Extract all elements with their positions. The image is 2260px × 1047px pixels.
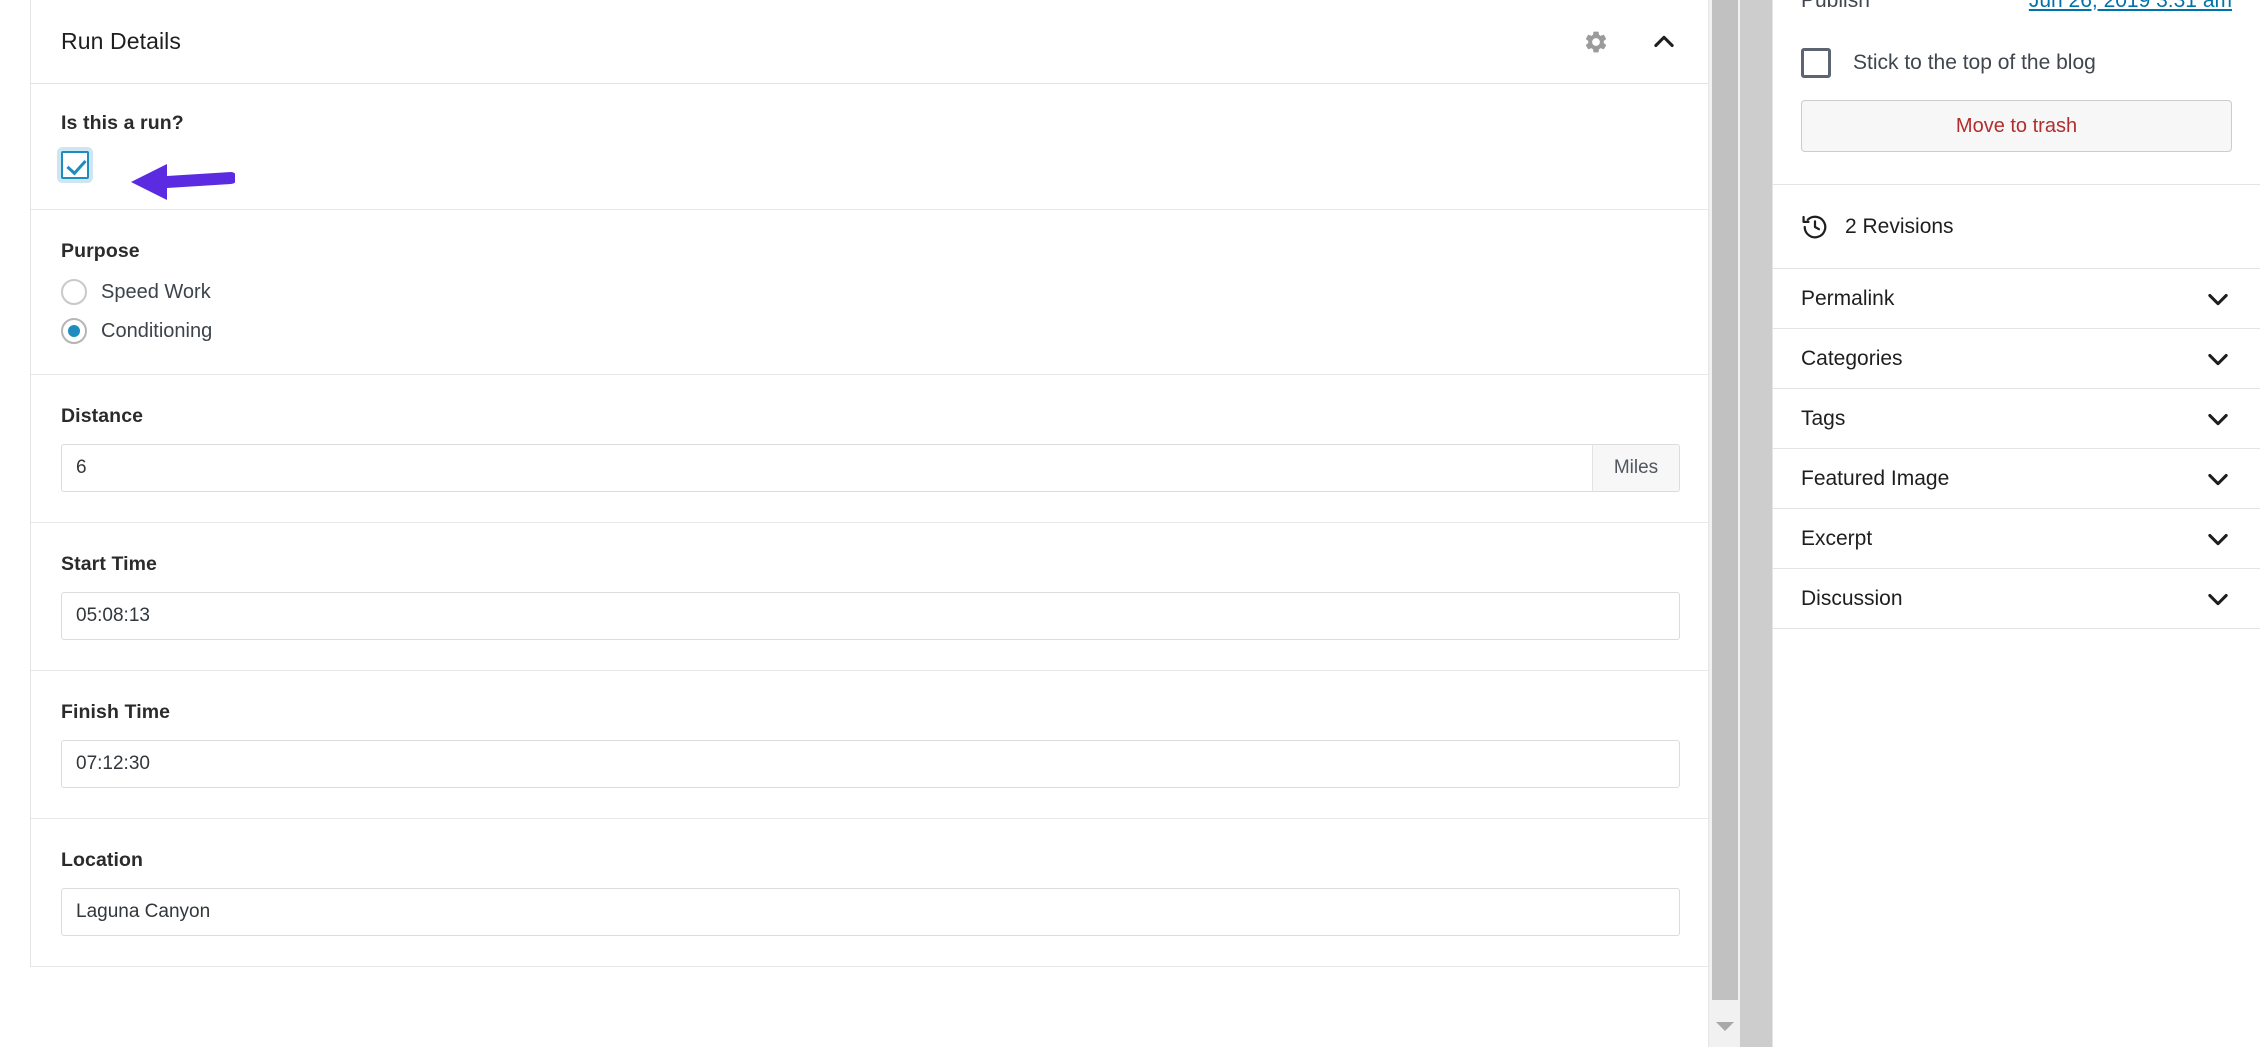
is-run-checkbox-wrap [61, 151, 1680, 179]
chevron-down-icon [2208, 293, 2228, 305]
app-root: Run Details Is this a run? Purpose Speed… [0, 0, 2260, 1047]
field-location: Location [31, 819, 1710, 967]
is-run-label: Is this a run? [61, 112, 184, 134]
publish-date-link[interactable]: Jun 26, 2019 3:31 am [2029, 0, 2232, 13]
chevron-down-icon [2208, 353, 2228, 365]
accordion-label-categories: Categories [1801, 346, 1903, 370]
accordion-label-featured-image: Featured Image [1801, 466, 1950, 490]
accordion-label-permalink: Permalink [1801, 286, 1895, 310]
field-distance: Distance Miles [31, 375, 1710, 523]
document-sidebar: Publish Jun 26, 2019 3:31 am Stick to th… [1772, 0, 2260, 1047]
scrollbar-down-arrow-icon[interactable] [1709, 1005, 1740, 1047]
field-is-this-a-run: Is this a run? [31, 84, 1710, 210]
triangle-down-glyph [1716, 1021, 1734, 1031]
revision-clock-icon [1802, 215, 1827, 238]
scrollbar-thumb[interactable] [1712, 0, 1738, 1000]
chevron-down-icon [2208, 533, 2228, 545]
chevron-down-icon [2208, 473, 2228, 485]
finish-time-label: Finish Time [61, 701, 171, 723]
stick-to-top-checkbox[interactable] [1801, 48, 1831, 78]
radio-circle-conditioning [61, 318, 87, 344]
editor-area: Run Details Is this a run? Purpose Speed… [0, 0, 1740, 1047]
field-finish-time: Finish Time [31, 671, 1710, 819]
distance-unit-suffix: Miles [1592, 444, 1680, 492]
accordion-label-excerpt: Excerpt [1801, 526, 1873, 550]
chevron-down-icon [2208, 593, 2228, 605]
move-to-trash-button[interactable]: Move to trash [1801, 100, 2232, 152]
publish-label: Publish [1801, 0, 1870, 12]
accordion-label-tags: Tags [1801, 406, 1846, 430]
distance-input-group: Miles [61, 444, 1680, 492]
distance-label: Distance [61, 405, 144, 427]
run-details-panel: Run Details Is this a run? Purpose Speed… [30, 0, 1710, 967]
radio-circle-speed-work [61, 279, 87, 305]
distance-input[interactable] [61, 444, 1592, 492]
sidebar-item-tags[interactable]: Tags [1773, 389, 2260, 449]
trash-button-wrap: Move to trash [1773, 94, 2260, 152]
field-start-time: Start Time [31, 523, 1710, 671]
publish-row: Publish Jun 26, 2019 3:31 am [1773, 0, 2260, 16]
sidebar-item-discussion[interactable]: Discussion [1773, 569, 2260, 629]
page-title: Run Details [61, 28, 181, 54]
accordion-label-discussion: Discussion [1801, 586, 1903, 610]
gear-icon[interactable] [1576, 22, 1616, 62]
radio-label-speed-work: Speed Work [101, 280, 211, 303]
radio-option-speed-work[interactable]: Speed Work [61, 279, 1680, 305]
radio-option-conditioning[interactable]: Conditioning [61, 318, 1680, 344]
start-time-input[interactable] [61, 592, 1680, 640]
radio-label-conditioning: Conditioning [101, 319, 213, 342]
field-purpose: Purpose Speed Work Conditioning [31, 210, 1710, 375]
purpose-radio-group: Speed Work Conditioning [61, 279, 1680, 344]
revisions-row[interactable]: 2 Revisions [1773, 185, 2260, 269]
purpose-label: Purpose [61, 240, 140, 262]
location-input[interactable] [61, 888, 1680, 936]
sidebar-item-categories[interactable]: Categories [1773, 329, 2260, 389]
stick-to-top-label: Stick to the top of the blog [1853, 51, 2096, 74]
finish-time-input[interactable] [61, 740, 1680, 788]
sidebar-item-excerpt[interactable]: Excerpt [1773, 509, 2260, 569]
sidebar-item-featured-image[interactable]: Featured Image [1773, 449, 2260, 509]
sidebar-item-permalink[interactable]: Permalink [1773, 269, 2260, 329]
panel-header: Run Details [31, 0, 1710, 84]
panel-gutter [1740, 0, 1772, 1047]
main-scrollbar[interactable] [1708, 0, 1740, 1047]
sticky-row[interactable]: Stick to the top of the blog [1773, 32, 2260, 94]
chevron-down-icon [2208, 413, 2228, 425]
location-label: Location [61, 849, 144, 871]
revisions-label: 2 Revisions [1845, 214, 1954, 238]
start-time-label: Start Time [61, 553, 158, 575]
is-this-a-run-checkbox[interactable] [61, 151, 89, 179]
chevron-up-icon[interactable] [1644, 22, 1684, 62]
panel-header-actions [1576, 22, 1684, 62]
